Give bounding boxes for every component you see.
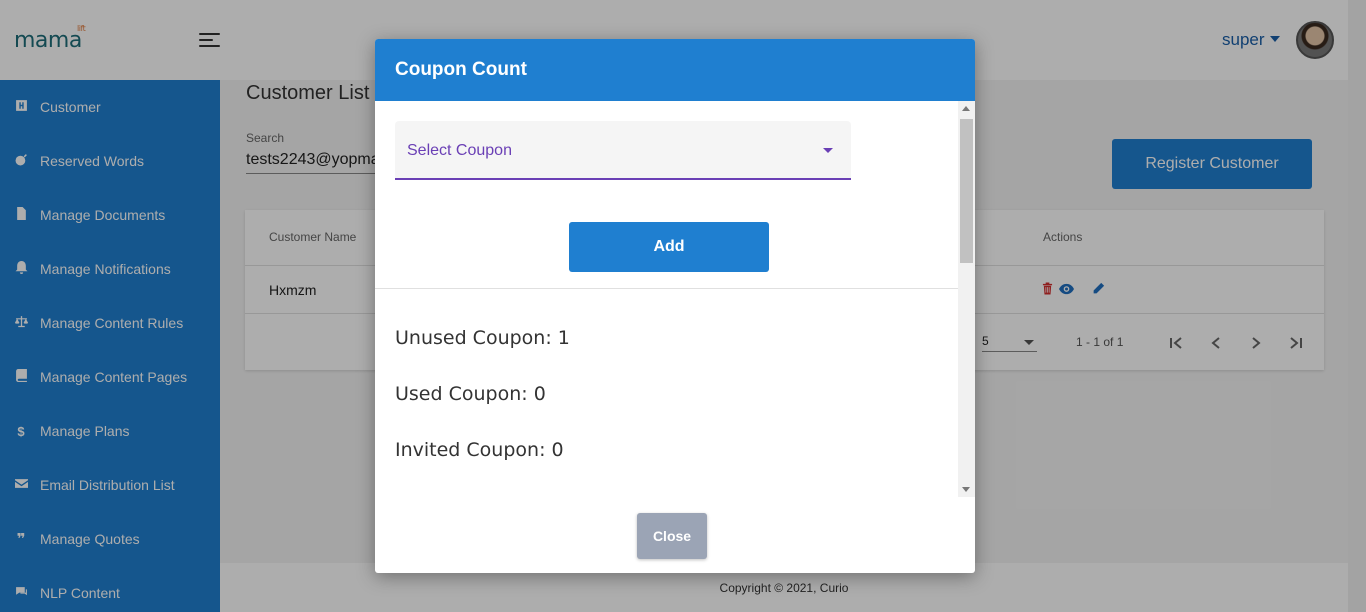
- dialog-header: Coupon Count: [375, 39, 975, 101]
- dialog-title: Coupon Count: [395, 59, 527, 80]
- unused-coupon-count: Unused Coupon: 1: [395, 327, 570, 349]
- select-coupon-dropdown[interactable]: Select Coupon: [395, 121, 851, 180]
- used-coupon-count: Used Coupon: 0: [395, 383, 546, 405]
- caret-down-icon: [823, 148, 833, 153]
- dialog-body: Select Coupon Add Unused Coupon: 1 Used …: [375, 101, 975, 497]
- add-button[interactable]: Add: [569, 222, 769, 272]
- coupon-count-dialog: Coupon Count Select Coupon Add Unused Co…: [375, 39, 975, 573]
- scroll-down-icon[interactable]: [962, 487, 970, 492]
- close-button[interactable]: Close: [637, 513, 707, 559]
- divider: [375, 288, 958, 289]
- select-coupon-placeholder: Select Coupon: [407, 142, 512, 159]
- scroll-up-icon[interactable]: [962, 106, 970, 111]
- invited-coupon-count: Invited Coupon: 0: [395, 439, 564, 461]
- scrollbar-thumb[interactable]: [960, 119, 973, 263]
- dialog-scrollbar[interactable]: [958, 101, 975, 497]
